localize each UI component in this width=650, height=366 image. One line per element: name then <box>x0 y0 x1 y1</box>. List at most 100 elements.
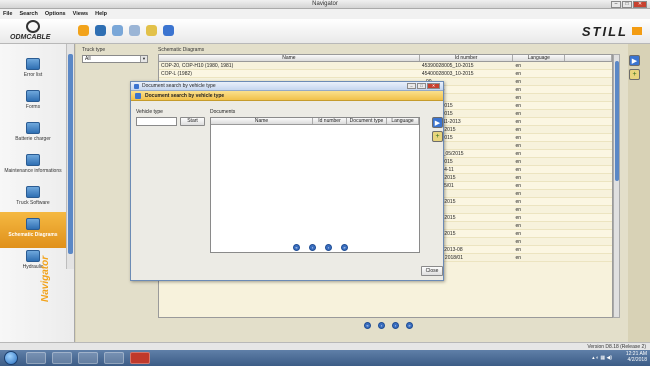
table-cell: 45400028003_10-2015 <box>421 71 474 77</box>
search-icon[interactable] <box>112 25 123 36</box>
vehicle-type-input[interactable] <box>136 117 177 126</box>
column-header-name[interactable]: Name <box>159 55 420 61</box>
menu-options[interactable]: Options <box>45 11 66 17</box>
menubar: File Search Options Views Help <box>0 9 650 19</box>
dialog-close-x-button[interactable]: ✕ <box>427 83 440 89</box>
taskbar-pdf-icon[interactable] <box>130 352 150 364</box>
sidebar-item-maintenance[interactable]: Maintenance informations <box>0 148 66 184</box>
menu-file[interactable]: File <box>3 11 12 17</box>
taskbar-media-icon[interactable] <box>78 352 98 364</box>
sidebar-item-schematic-diagrams[interactable]: Schematic Diagrams <box>0 212 66 248</box>
table-cell: en <box>515 111 521 117</box>
dialog-close-button[interactable]: Close <box>421 266 443 276</box>
last-page-icon[interactable]: » <box>341 244 348 251</box>
table-side-actions: ▶ + <box>629 55 643 83</box>
next-page-icon[interactable]: › <box>392 322 399 329</box>
dialog-add-favorite-button[interactable]: + <box>432 131 443 142</box>
star-icon[interactable] <box>78 25 89 36</box>
sidebar-item-hydraulic[interactable]: Hydraulic <box>0 244 66 280</box>
menu-search[interactable]: Search <box>19 11 37 17</box>
doc-col-type[interactable]: Document type <box>347 118 387 124</box>
table-cell: en <box>515 199 521 205</box>
prev-page-icon[interactable]: ‹ <box>309 244 316 251</box>
help-icon[interactable] <box>163 25 174 36</box>
sidebar-item-label: Schematic Diagrams <box>8 232 58 238</box>
dialog-open-button[interactable]: ▶ <box>432 117 443 128</box>
doc-col-language[interactable]: Language <box>387 118 419 124</box>
table-cell <box>565 206 612 213</box>
table-cell: en <box>515 103 521 109</box>
sidebar-item-error-list[interactable]: Error list <box>0 52 66 88</box>
column-header-language[interactable]: Language <box>513 55 566 61</box>
sidebar-item-forms[interactable]: Forms <box>0 84 66 120</box>
still-logo-mark-icon <box>632 27 642 35</box>
table-cell <box>565 254 612 261</box>
table-cell <box>565 126 612 133</box>
table-cell: en <box>515 87 521 93</box>
close-window-button[interactable]: ✕ <box>633 1 647 8</box>
taskbar-folder-icon[interactable] <box>52 352 72 364</box>
prev-page-icon[interactable]: ‹ <box>378 322 385 329</box>
search-vehicle-icon <box>135 93 141 99</box>
first-page-icon[interactable]: « <box>293 244 300 251</box>
chevron-down-icon[interactable]: ▼ <box>140 56 147 62</box>
table-scrollbar[interactable] <box>613 54 620 318</box>
table-cell <box>565 86 612 93</box>
taskbar-navigator-icon[interactable] <box>104 352 124 364</box>
minimize-button[interactable]: – <box>611 1 621 8</box>
start-button-icon[interactable] <box>4 351 18 365</box>
table-cell <box>565 150 612 157</box>
tray-clock[interactable]: 12:21 AM 4/2/2018 <box>626 351 647 363</box>
table-cell <box>565 94 612 101</box>
table-cell: en <box>515 215 521 221</box>
table-cell: en <box>515 207 521 213</box>
sidebar-scrollbar[interactable] <box>66 44 74 269</box>
table-header: Name Id number Language <box>159 55 612 62</box>
first-page-icon[interactable]: « <box>364 322 371 329</box>
logo-emblem-icon <box>26 20 40 33</box>
maximize-button[interactable]: □ <box>622 1 632 8</box>
vehicle-type-label: Vehicle type <box>136 109 163 115</box>
folder-icon <box>26 154 40 166</box>
dialog-minimize-button[interactable]: – <box>407 83 416 89</box>
folder-icon <box>26 58 40 70</box>
start-button[interactable]: Start <box>180 117 205 126</box>
tray-icons[interactable]: ▴ ◐ ▦ ◀) <box>592 355 612 361</box>
folder-add-icon: + <box>632 71 637 78</box>
app-icon <box>134 84 139 89</box>
doc-col-id[interactable]: Id number <box>313 118 347 124</box>
table-cell: en <box>515 119 521 125</box>
add-favorite-button[interactable]: + <box>629 69 640 80</box>
last-page-icon[interactable]: » <box>406 322 413 329</box>
next-page-icon[interactable]: › <box>325 244 332 251</box>
still-logo: STILL <box>581 24 628 39</box>
taskbar-explorer-icon[interactable] <box>26 352 46 364</box>
menu-views[interactable]: Views <box>73 11 89 17</box>
window-controls: – □ ✕ <box>611 1 647 8</box>
column-header-id[interactable]: Id number <box>420 55 514 61</box>
dialog-header: Document search by vehicle type <box>131 91 443 101</box>
favorites-icon[interactable] <box>146 25 157 36</box>
table-cell <box>565 214 612 221</box>
sidebar-item-batterie-charger[interactable]: Batterie charger <box>0 116 66 152</box>
table-cell: en <box>515 167 521 173</box>
menu-help[interactable]: Help <box>95 11 107 17</box>
dialog-maximize-button[interactable]: □ <box>417 83 426 89</box>
table-cell <box>565 78 612 85</box>
sidebar-scroll-thumb[interactable] <box>68 54 73 254</box>
dialog-titlebar: Document search by vehicle type – □ ✕ <box>131 82 443 91</box>
table-row[interactable]: COP-20, COP-H10 (1980, 1981) 45390028005_… <box>159 62 612 70</box>
documents-label: Documents <box>210 109 236 115</box>
toolbar-icons <box>78 25 174 36</box>
truck-type-select[interactable]: All ▼ <box>82 55 148 63</box>
table-row[interactable]: COP-L (1982) 45400028003_10-2015 en <box>159 70 612 78</box>
doc-col-name[interactable]: Name <box>211 118 313 124</box>
column-header-extra[interactable] <box>565 55 612 61</box>
globe-icon[interactable] <box>95 25 106 36</box>
settings-icon[interactable] <box>129 25 140 36</box>
sidebar-item-truck-software[interactable]: Truck Software <box>0 180 66 216</box>
open-document-button[interactable]: ▶ <box>629 55 640 66</box>
table-scroll-thumb[interactable] <box>615 61 619 181</box>
window-titlebar: Navigator – □ ✕ <box>0 0 650 9</box>
sidebar-item-label: Error list <box>23 72 43 78</box>
